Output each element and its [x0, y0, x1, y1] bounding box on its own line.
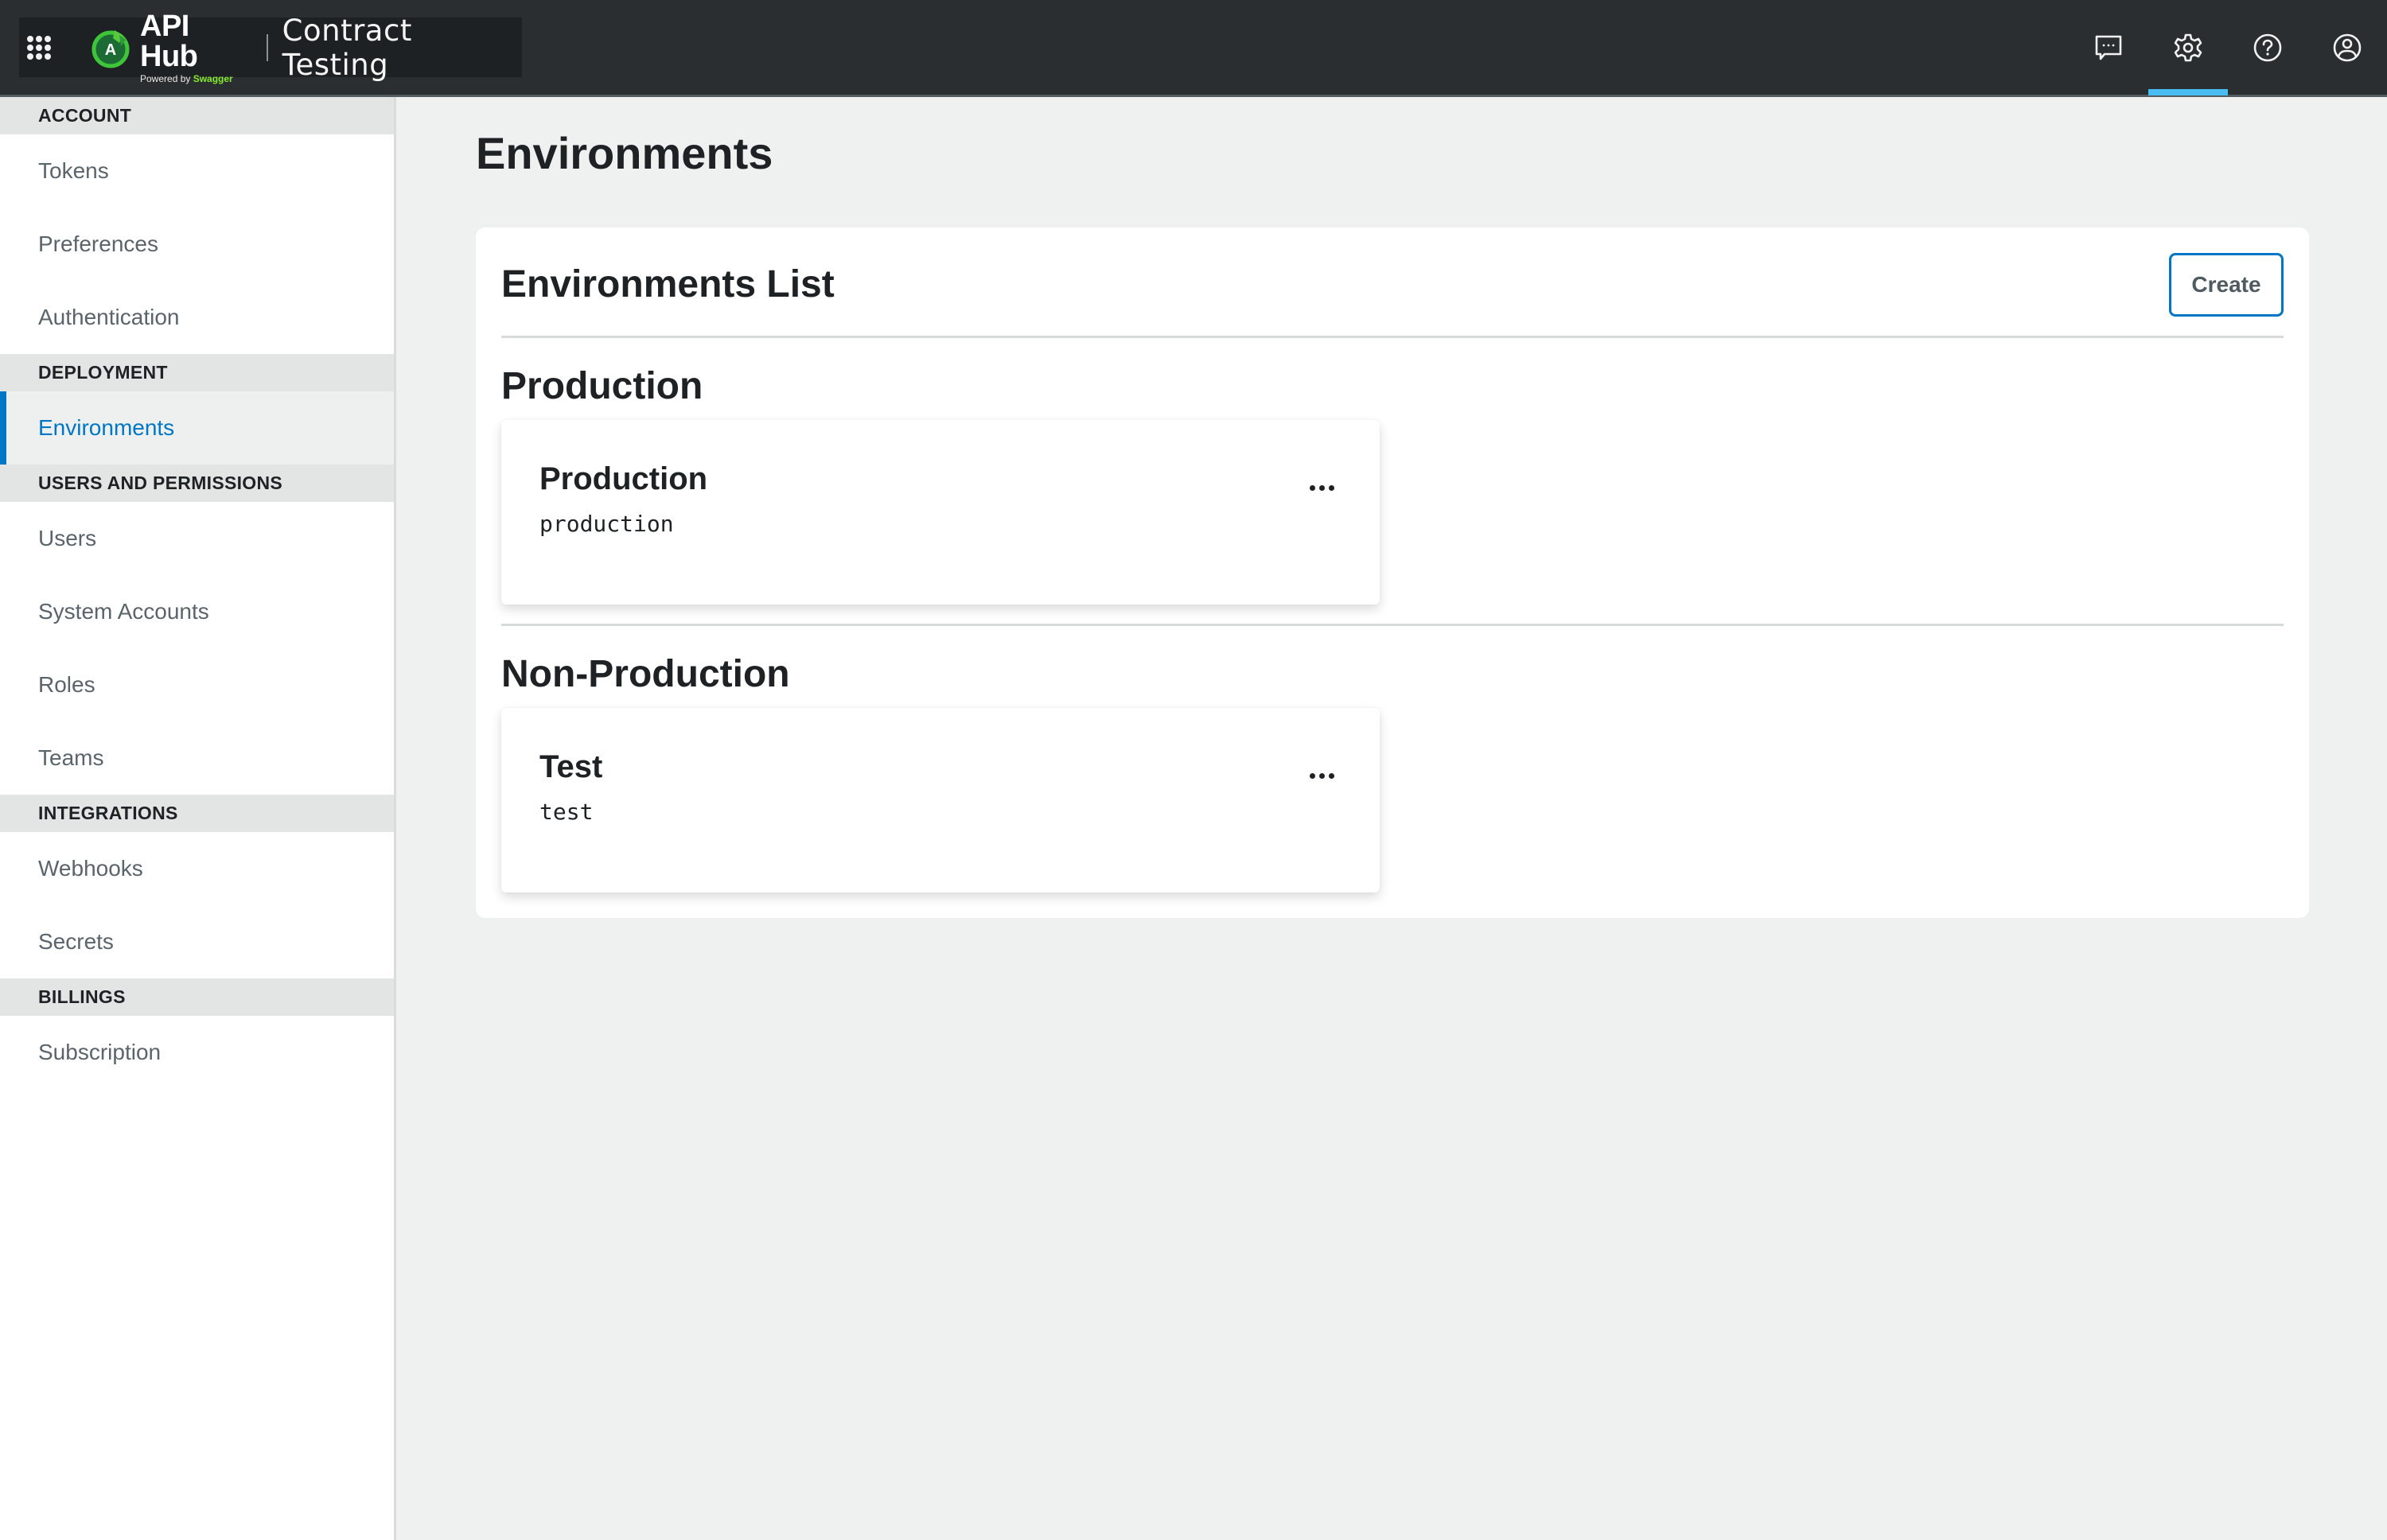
environment-card-production[interactable]: Production production — [501, 420, 1380, 605]
group-title-production: Production — [501, 365, 703, 407]
environment-card-test[interactable]: Test test — [501, 708, 1380, 892]
product-name: Contract Testing — [282, 13, 412, 82]
sidebar-section-deployment: DEPLOYMENT — [0, 354, 394, 391]
powered-by-prefix: Powered by — [140, 72, 193, 84]
settings-gear-icon — [2174, 33, 2202, 62]
environment-name: Test — [539, 749, 603, 784]
settings-sidebar: ACCOUNT Tokens Preferences Authenticatio… — [0, 97, 396, 1540]
brand-powered-by: Powered by Swagger — [140, 73, 252, 84]
group-divider — [501, 624, 2284, 626]
sidebar-item-teams[interactable]: Teams — [0, 721, 394, 795]
environment-key: test — [539, 799, 594, 825]
group-title-non-production: Non-Production — [501, 653, 790, 695]
create-environment-button[interactable]: Create — [2169, 253, 2284, 317]
feedback-chat-icon — [2095, 35, 2122, 60]
user-profile-icon — [2333, 33, 2362, 62]
sidebar-item-tokens[interactable]: Tokens — [0, 134, 394, 208]
sidebar-section-users-and-permissions: USERS AND PERMISSIONS — [0, 465, 394, 502]
panel-title: Environments List — [501, 263, 835, 305]
sidebar-item-preferences[interactable]: Preferences — [0, 208, 394, 281]
sidebar-item-authentication[interactable]: Authentication — [0, 281, 394, 354]
top-navigation-bar: A API Hub Powered by Swagger Contract Te… — [0, 0, 2387, 97]
sidebar-item-environments[interactable]: Environments — [0, 391, 394, 465]
app-switcher-grid-icon[interactable] — [27, 35, 51, 60]
sidebar-item-users[interactable]: Users — [0, 502, 394, 575]
sidebar-item-webhooks[interactable]: Webhooks — [0, 832, 394, 905]
api-hub-logo-icon[interactable]: A — [91, 27, 132, 68]
page-title: Environments — [476, 128, 773, 178]
panel-header-divider — [501, 336, 2284, 338]
brand-area: A API Hub Powered by Swagger Contract Te… — [19, 11, 522, 84]
sidebar-item-subscription[interactable]: Subscription — [0, 1016, 394, 1089]
more-options-icon[interactable] — [1302, 476, 1341, 500]
sidebar-item-system-accounts[interactable]: System Accounts — [0, 575, 394, 648]
environments-list-panel: Environments List Create Production Prod… — [476, 228, 2309, 918]
environment-name: Production — [539, 461, 708, 496]
more-options-icon[interactable] — [1302, 764, 1341, 788]
user-profile-button[interactable] — [2307, 0, 2387, 95]
sidebar-section-integrations: INTEGRATIONS — [0, 795, 394, 832]
feedback-button[interactable] — [2069, 0, 2148, 95]
sidebar-section-billings: BILLINGS — [0, 978, 394, 1016]
brand-text: API Hub Powered by Swagger — [140, 11, 252, 84]
sidebar-section-account: ACCOUNT — [0, 97, 394, 134]
environment-key: production — [539, 511, 674, 537]
brand-separator — [266, 33, 268, 61]
sidebar-item-roles[interactable]: Roles — [0, 648, 394, 721]
brand-name: API Hub — [140, 9, 198, 73]
svg-text:A: A — [105, 41, 116, 59]
powered-by-swagger: Swagger — [193, 72, 233, 84]
sidebar-item-secrets[interactable]: Secrets — [0, 905, 394, 978]
help-icon — [2253, 33, 2282, 62]
settings-button[interactable] — [2148, 0, 2228, 95]
header-actions — [2069, 0, 2387, 95]
help-button[interactable] — [2228, 0, 2307, 95]
